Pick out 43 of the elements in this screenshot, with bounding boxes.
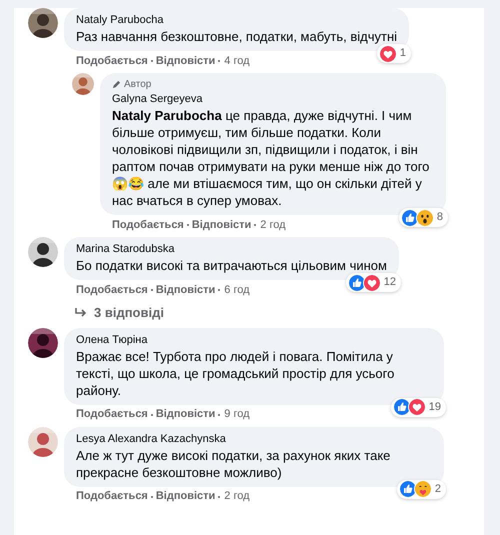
- pen-icon: [112, 80, 121, 89]
- commenter-name[interactable]: Galyna Sergeyeva: [112, 92, 202, 107]
- timestamp[interactable]: 2 год: [260, 216, 286, 234]
- author-label: Автор: [124, 78, 152, 91]
- reaction-count[interactable]: 19: [390, 398, 446, 416]
- reply-link[interactable]: Відповісти: [192, 216, 252, 234]
- view-replies-link[interactable]: 3 відповіді: [74, 303, 164, 322]
- timestamp[interactable]: 6 год: [224, 282, 250, 298]
- timestamp[interactable]: 2 год: [224, 488, 250, 505]
- reply-link[interactable]: Відповісти: [156, 52, 216, 70]
- like-icon: [392, 398, 411, 416]
- like-icon: [400, 208, 419, 226]
- like-icon: [398, 480, 417, 498]
- like-link[interactable]: Подобається: [76, 406, 148, 423]
- reply-link[interactable]: Відповісти: [156, 282, 216, 298]
- reply-arrow-icon: [74, 306, 88, 319]
- reaction-count[interactable]: 8: [398, 208, 448, 227]
- heart-icon: [408, 398, 426, 416]
- comment-text: Бо податки високі та витрачаються цільовим чином: [76, 257, 387, 274]
- reaction-count[interactable]: 12: [346, 273, 401, 292]
- comment-text: Але ж тут дуже високі податки, за рахунок яких таке прекрасне безкоштовне можливо): [76, 446, 392, 480]
- commenter-name[interactable]: Олена Тюріна: [76, 332, 148, 348]
- like-link[interactable]: Подобається: [76, 282, 148, 298]
- reply-link[interactable]: Відповісти: [156, 488, 216, 505]
- heart-icon: [378, 44, 397, 62]
- like-link[interactable]: Подобається: [112, 216, 184, 234]
- like-icon: [348, 274, 366, 292]
- comment-text: Раз навчання безкоштовне, податки, мабуть, відчутні: [76, 28, 398, 45]
- commenter-name[interactable]: Marina Starodubska: [76, 242, 174, 257]
- reaction-count[interactable]: 2: [396, 480, 446, 498]
- comment-text: Nataly Parubocha це правда, дуже відчутні. І чим більше отримуєш, тим більше податки. Коли чоловікові підвищили зп, підвищили і податок, і він раптом почав отримувати на руки менше ніж до того 😱😂 але ми втішаємося тим, що он скільки дітей у нас вчаться в супер умовах.: [112, 107, 430, 209]
- reply-link[interactable]: Відповісти: [156, 406, 216, 423]
- like-link[interactable]: Подобається: [76, 488, 148, 505]
- heart-icon: [362, 274, 381, 292]
- timestamp[interactable]: 4 год: [224, 52, 250, 70]
- like-link[interactable]: Подобається: [76, 52, 148, 70]
- comment-text: Вражає все! Турбота про людей і повага. Помітила у тексті, що школа, це громадський простір для усього району.: [76, 348, 396, 398]
- hugging-face-icon: [414, 480, 432, 498]
- surprised-face-icon: [416, 208, 434, 226]
- commenter-name[interactable]: Nataly Parubocha: [76, 13, 164, 28]
- commenter-name[interactable]: Lesya Alexandra Kazachynska: [76, 432, 226, 446]
- timestamp[interactable]: 9 год: [224, 406, 250, 423]
- reaction-count[interactable]: 1: [376, 44, 412, 63]
